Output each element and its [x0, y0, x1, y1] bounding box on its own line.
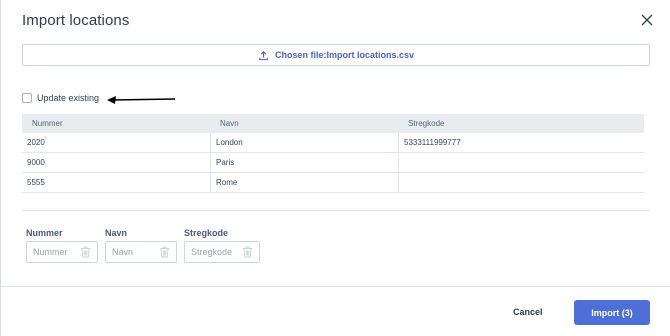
table-row: 9000 Paris — [22, 153, 644, 173]
cell-stregkode — [398, 173, 644, 192]
update-existing-row[interactable]: Update existing — [22, 91, 99, 105]
chosen-file-label: Chosen file:Import locations.csv — [274, 50, 415, 60]
filter-label: Nummer — [26, 228, 63, 238]
column-filters: Nummer Nummer Navn Navn Stregkode Stregk… — [26, 228, 260, 263]
upload-icon — [259, 50, 268, 60]
cell-stregkode: 5333111999777 — [398, 133, 644, 152]
choose-file-button[interactable]: Chosen file:Import locations.csv — [22, 44, 650, 66]
filter-label: Stregkode — [184, 228, 229, 238]
cancel-button[interactable]: Cancel — [513, 307, 543, 317]
filter-placeholder: Stregkode — [191, 247, 233, 257]
cell-nummer: 5555 — [27, 178, 45, 187]
trash-icon[interactable] — [80, 246, 91, 258]
dialog-title: Import locations — [22, 12, 130, 29]
cell-navn: London — [210, 133, 398, 152]
trash-icon[interactable] — [159, 246, 170, 258]
filter-placeholder: Nummer — [33, 247, 68, 257]
cell-stregkode — [398, 153, 644, 172]
import-button[interactable]: Import (3) — [574, 300, 650, 325]
header-nummer: Nummer — [32, 119, 63, 128]
table-header: Nummer Navn Stregkode — [22, 114, 644, 133]
filter-stregkode-input[interactable]: Stregkode — [184, 241, 260, 263]
locations-table: Nummer Navn Stregkode 2020 London 533311… — [22, 114, 644, 193]
divider — [22, 210, 650, 211]
filter-nummer-input[interactable]: Nummer — [26, 241, 98, 263]
close-icon[interactable] — [639, 12, 655, 28]
table-row: 5555 Rome — [22, 173, 644, 193]
filter-navn: Navn Navn — [105, 228, 177, 263]
filter-nummer: Nummer Nummer — [26, 228, 98, 263]
import-dialog: Import locations Chosen file:Import loca… — [0, 0, 670, 336]
table-row: 2020 London 5333111999777 — [22, 133, 644, 153]
cell-nummer: 9000 — [27, 158, 45, 167]
filter-stregkode: Stregkode Stregkode — [184, 228, 260, 263]
footer-divider — [1, 286, 670, 287]
header-stregkode: Stregkode — [408, 119, 445, 128]
cell-nummer: 2020 — [27, 138, 45, 147]
update-existing-label: Update existing — [37, 93, 100, 103]
cell-navn: Paris — [210, 153, 398, 172]
filter-navn-input[interactable]: Navn — [105, 241, 177, 263]
filter-placeholder: Navn — [112, 247, 134, 257]
header-navn: Navn — [220, 119, 239, 128]
trash-icon[interactable] — [242, 246, 253, 258]
annotation-arrow-icon — [107, 96, 176, 104]
filter-label: Navn — [105, 228, 128, 238]
cell-navn: Rome — [210, 173, 398, 192]
update-existing-checkbox[interactable] — [22, 93, 32, 103]
